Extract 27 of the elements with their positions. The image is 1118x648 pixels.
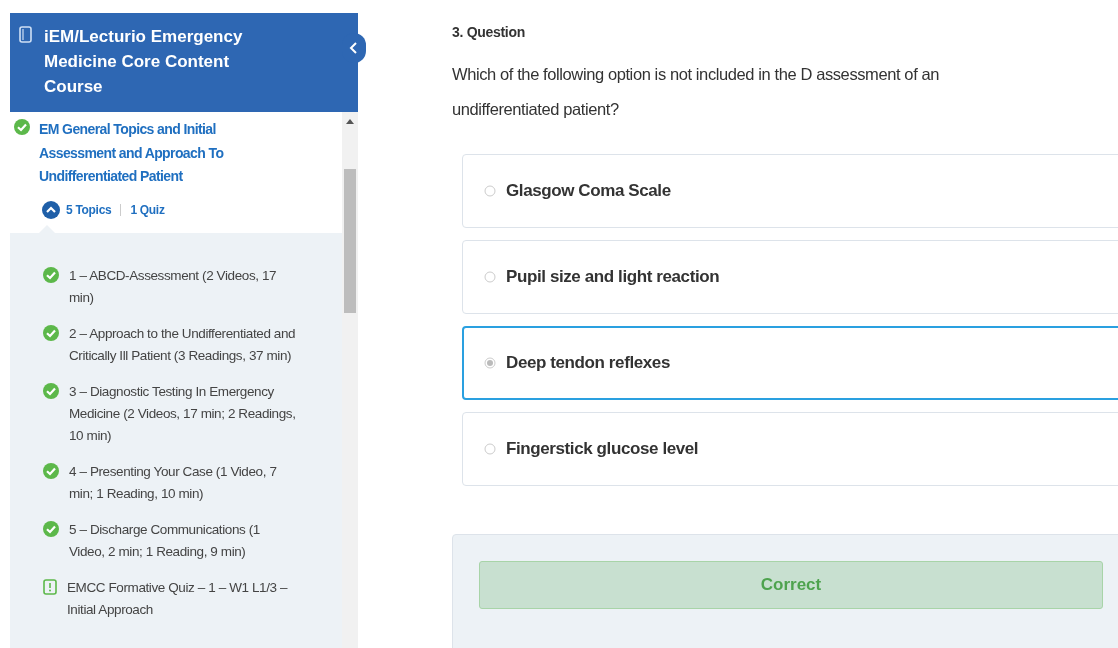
- topics-count: 5 Topics: [66, 202, 112, 217]
- section-title-link[interactable]: EM General Topics and Initial Assessment and Approach To Undifferentiated Patient: [39, 118, 254, 189]
- radio-icon: [484, 357, 496, 369]
- radio-icon: [484, 443, 496, 455]
- lesson-link[interactable]: 1 – ABCD-Assessment (2 Videos, 17 min): [69, 264, 297, 309]
- lesson-link[interactable]: 4 – Presenting Your Case (1 Video, 7 min; 1 Reading, 10 min): [69, 460, 297, 505]
- lesson-link[interactable]: 3 – Diagnostic Testing In Emergency Medicine (2 Videos, 17 min; 2 Readings, 10 min): [69, 380, 297, 447]
- answer-option[interactable]: Fingerstick glucose level: [462, 412, 1118, 486]
- book-icon: [19, 26, 32, 43]
- answer-option[interactable]: Deep tendon reflexes: [462, 326, 1118, 400]
- question-heading: 3. Question: [452, 24, 526, 40]
- result-banner: Correct: [479, 561, 1103, 609]
- radio-icon: [484, 271, 496, 283]
- lesson-link[interactable]: 5 – Discharge Communications (1 Video, 2 min; 1 Reading, 9 min): [69, 518, 297, 563]
- scrollbar[interactable]: [342, 112, 358, 648]
- expand-toggle[interactable]: [42, 200, 60, 219]
- lesson-link[interactable]: 2 – Approach to the Undifferentiated and Critically Ill Patient (3 Readings, 37 min): [69, 322, 297, 367]
- question-text: Which of the following option is not included in the D assessment of an undifferentiated patient?: [452, 64, 941, 120]
- quiz-count: 1 Quiz: [130, 202, 165, 217]
- course-title: iEM/Lecturio Emergency Medicine Core Content Course: [44, 26, 244, 98]
- answer-option[interactable]: Glasgow Coma Scale: [462, 154, 1118, 228]
- scrollbar-thumb[interactable]: [344, 169, 356, 313]
- answer-option[interactable]: Pupil size and light reaction: [462, 240, 1118, 314]
- radio-icon: [484, 185, 496, 197]
- chevron-left-icon: [349, 41, 359, 55]
- scroll-up-icon[interactable]: [346, 119, 354, 124]
- lesson-link[interactable]: EMCC Formative Quiz – 1 – W1 L1/3 – Initial Approach: [67, 576, 295, 621]
